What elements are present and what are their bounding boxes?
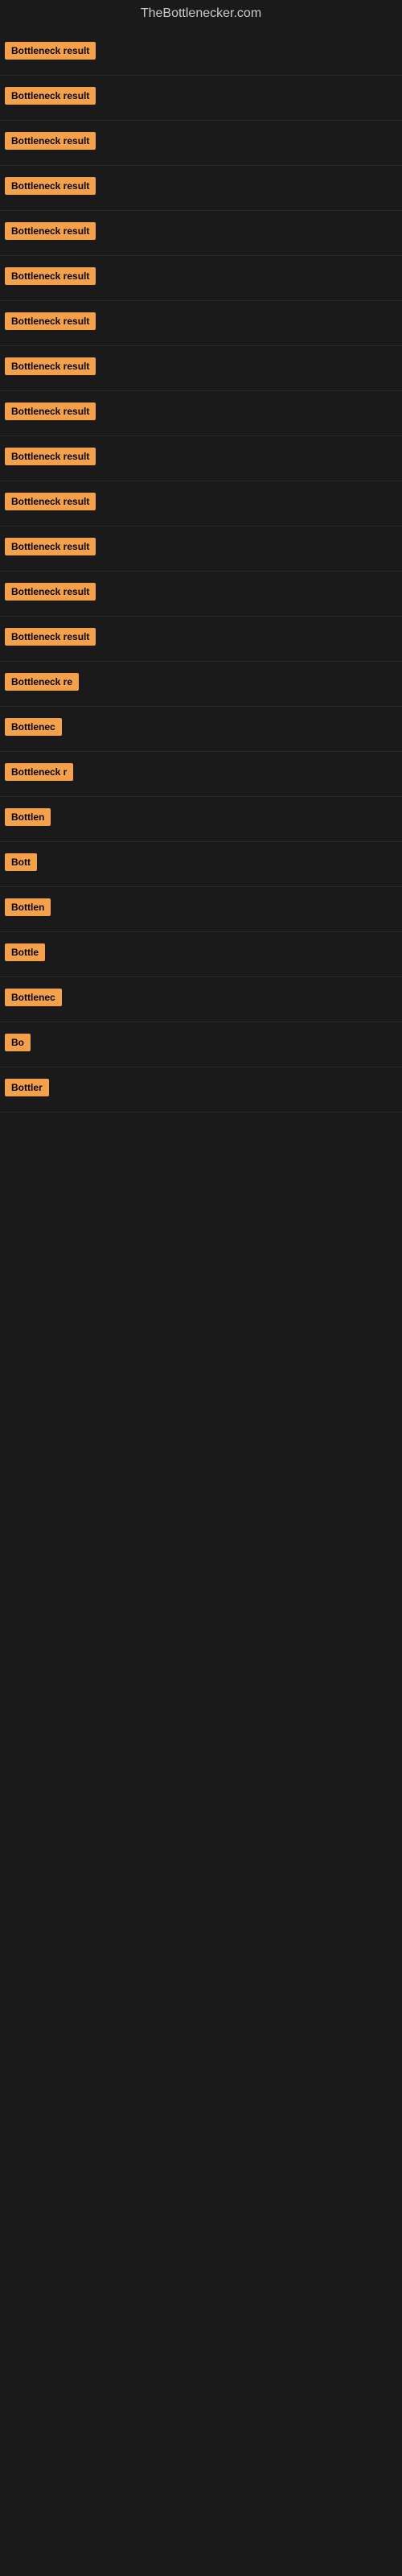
result-row: Bottleneck result: [0, 256, 402, 301]
bottleneck-result-badge[interactable]: Bottleneck result: [5, 357, 96, 375]
bottleneck-result-badge[interactable]: Bott: [5, 853, 37, 871]
result-row: Bottleneck result: [0, 617, 402, 662]
result-row: Bottleneck result: [0, 346, 402, 391]
bottleneck-result-badge[interactable]: Bottler: [5, 1079, 49, 1096]
bottleneck-result-badge[interactable]: Bottlen: [5, 808, 51, 826]
bottleneck-result-badge[interactable]: Bottleneck result: [5, 312, 96, 330]
bottleneck-result-badge[interactable]: Bottleneck result: [5, 267, 96, 285]
bottleneck-result-badge[interactable]: Bottlenec: [5, 989, 62, 1006]
result-row: Bott: [0, 842, 402, 887]
result-row: Bottleneck result: [0, 481, 402, 526]
bottleneck-result-badge[interactable]: Bottleneck result: [5, 222, 96, 240]
result-row: Bottleneck result: [0, 76, 402, 121]
bottleneck-result-badge[interactable]: Bottle: [5, 943, 45, 961]
bottleneck-result-badge[interactable]: Bottlenec: [5, 718, 62, 736]
bottleneck-result-badge[interactable]: Bottlen: [5, 898, 51, 916]
bottleneck-result-badge[interactable]: Bottleneck result: [5, 448, 96, 465]
site-title: TheBottlenecker.com: [0, 0, 402, 31]
bottleneck-result-badge[interactable]: Bottleneck result: [5, 87, 96, 105]
bottleneck-result-badge[interactable]: Bottleneck result: [5, 628, 96, 646]
result-row: Bottlen: [0, 797, 402, 842]
result-row: Bottleneck result: [0, 526, 402, 572]
result-row: Bottleneck result: [0, 31, 402, 76]
result-row: Bottlenec: [0, 707, 402, 752]
bottleneck-result-badge[interactable]: Bottleneck re: [5, 673, 79, 691]
bottleneck-result-badge[interactable]: Bottleneck result: [5, 132, 96, 150]
bottleneck-result-badge[interactable]: Bottleneck result: [5, 493, 96, 510]
result-row: Bottleneck re: [0, 662, 402, 707]
bottleneck-result-badge[interactable]: Bottleneck result: [5, 402, 96, 420]
bottleneck-result-badge[interactable]: Bo: [5, 1034, 31, 1051]
result-row: Bottleneck result: [0, 121, 402, 166]
bottleneck-result-badge[interactable]: Bottleneck result: [5, 538, 96, 555]
bottleneck-result-badge[interactable]: Bottleneck result: [5, 42, 96, 60]
result-row: Bottlen: [0, 887, 402, 932]
result-row: Bottlenec: [0, 977, 402, 1022]
result-row: Bottleneck result: [0, 572, 402, 617]
bottleneck-result-badge[interactable]: Bottleneck result: [5, 177, 96, 195]
result-row: Bottleneck result: [0, 391, 402, 436]
result-row: Bottler: [0, 1067, 402, 1113]
result-row: Bottleneck result: [0, 166, 402, 211]
result-row: Bottleneck result: [0, 211, 402, 256]
result-row: Bottle: [0, 932, 402, 977]
result-row: Bottleneck result: [0, 436, 402, 481]
bottleneck-result-badge[interactable]: Bottleneck result: [5, 583, 96, 601]
bottleneck-result-badge[interactable]: Bottleneck r: [5, 763, 73, 781]
result-row: Bottleneck result: [0, 301, 402, 346]
result-row: Bo: [0, 1022, 402, 1067]
result-row: Bottleneck r: [0, 752, 402, 797]
